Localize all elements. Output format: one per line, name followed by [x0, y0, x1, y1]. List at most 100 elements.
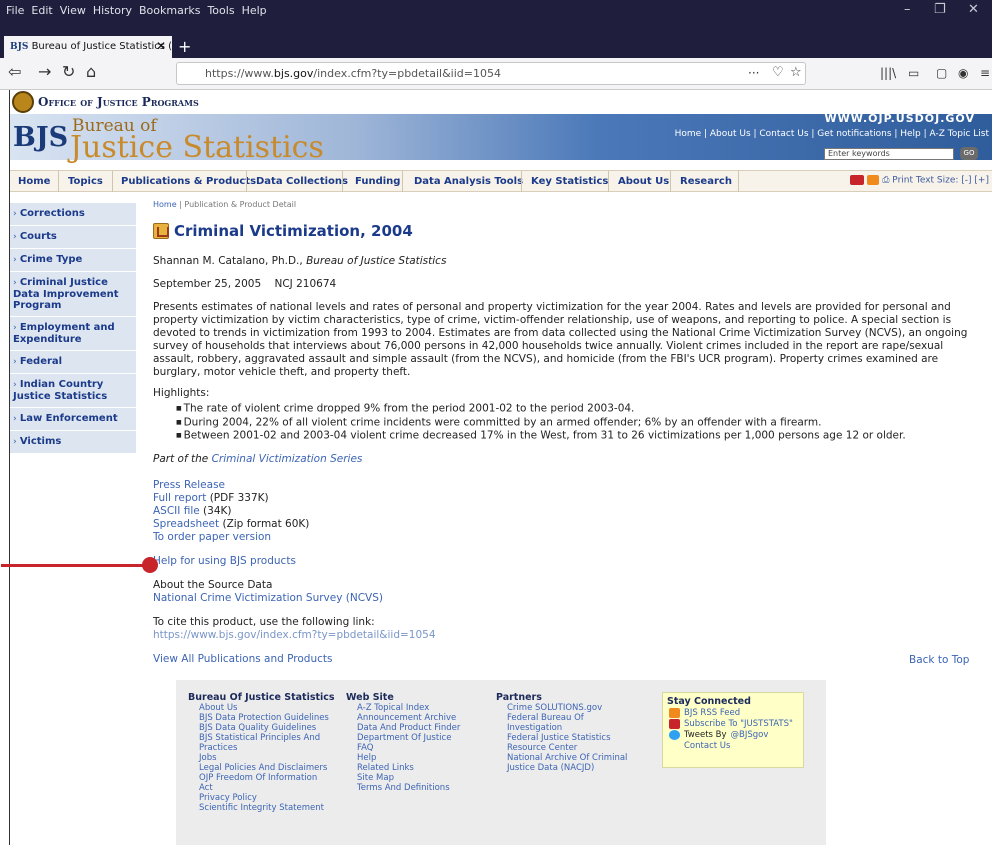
sidebar-item-employment[interactable]: Employment and Expenditure: [10, 317, 136, 351]
footer-link[interactable]: Jobs: [188, 753, 335, 763]
menu-help[interactable]: Help: [242, 4, 267, 17]
menu-tools[interactable]: Tools: [207, 4, 234, 17]
minimize-button[interactable]: –: [904, 2, 911, 17]
menu-view[interactable]: View: [60, 4, 86, 17]
footer-link[interactable]: Announcement Archive: [346, 713, 460, 723]
reader-icon[interactable]: ▢: [936, 66, 947, 80]
back-icon[interactable]: ⇦: [8, 62, 21, 81]
footer-link[interactable]: Federal Justice Statistics: [496, 733, 627, 743]
menu-bookmarks[interactable]: Bookmarks: [139, 4, 200, 17]
footer-link[interactable]: Resource Center: [496, 743, 627, 753]
ncvs-link[interactable]: National Crime Victimization Survey (NCV…: [153, 592, 983, 605]
footer-link[interactable]: Data And Product Finder: [346, 723, 460, 733]
footer-link[interactable]: BJS Data Quality Guidelines: [188, 723, 335, 733]
footer-link[interactable]: Scientific Integrity Statement: [188, 803, 335, 813]
footer-link[interactable]: BJS Data Protection Guidelines: [188, 713, 335, 723]
footer-link[interactable]: OJP Freedom Of Information: [188, 773, 335, 783]
nav-data-analysis-tools[interactable]: Data Analysis Tools: [414, 176, 523, 187]
rss-feed-row[interactable]: BJS RSS Feed: [667, 708, 799, 718]
account-icon[interactable]: ◉: [958, 66, 968, 80]
top-links[interactable]: Home | About Us | Contact Us | Get notif…: [675, 129, 989, 139]
pocket-icon[interactable]: ♡: [772, 65, 784, 80]
menu-history[interactable]: History: [93, 4, 132, 17]
footer-link[interactable]: FAQ: [346, 743, 460, 753]
sidebar-item-victims[interactable]: Victims: [10, 431, 136, 454]
nav-home[interactable]: Home: [18, 176, 50, 187]
footer-link[interactable]: Terms And Definitions: [346, 783, 460, 793]
ojp-title[interactable]: Office of Justice Programs: [38, 95, 199, 109]
search-input[interactable]: Enter keywords: [824, 148, 954, 160]
library-icon[interactable]: |||\: [880, 66, 896, 80]
spreadsheet-link[interactable]: Spreadsheet: [153, 518, 219, 530]
search-go-button[interactable]: GO: [960, 147, 978, 160]
print-icon[interactable]: ⎙: [882, 176, 889, 186]
nav-research[interactable]: Research: [680, 176, 732, 187]
footer-link[interactable]: Department Of Justice: [346, 733, 460, 743]
view-all-link[interactable]: View All Publications and Products: [153, 653, 983, 666]
footer-link[interactable]: Privacy Policy: [188, 793, 335, 803]
reload-icon[interactable]: ↻: [62, 62, 75, 81]
bookmark-star-icon[interactable]: ☆: [790, 65, 802, 80]
back-to-top-link[interactable]: Back to Top: [909, 654, 969, 666]
contact-link[interactable]: Contact Us: [684, 741, 730, 751]
nav-topics[interactable]: Topics: [68, 176, 103, 187]
contact-row[interactable]: Contact Us: [667, 741, 799, 751]
footer-link[interactable]: A-Z Topical Index: [346, 703, 460, 713]
footer-link[interactable]: Investigation: [496, 723, 627, 733]
footer-link[interactable]: About Us: [188, 703, 335, 713]
close-tab-icon[interactable]: ✕: [156, 39, 166, 53]
footer-link[interactable]: Justice Data (NACJD): [496, 763, 627, 773]
rss-feed-link[interactable]: BJS RSS Feed: [684, 708, 740, 718]
footer-link[interactable]: National Archive Of Criminal: [496, 753, 627, 763]
menu-file[interactable]: File: [6, 4, 24, 17]
subscribe-icon[interactable]: [850, 175, 865, 185]
full-report-link[interactable]: Full report: [153, 492, 206, 504]
menu-edit[interactable]: Edit: [31, 4, 52, 17]
nav-data-collections[interactable]: Data Collections: [256, 176, 348, 187]
footer-link[interactable]: Federal Bureau Of: [496, 713, 627, 723]
sidebar-item-law-enforcement[interactable]: Law Enforcement: [10, 408, 136, 431]
sidebar-item-crime-type[interactable]: Crime Type: [10, 249, 136, 272]
footer-link[interactable]: Act: [188, 783, 335, 793]
footer-link[interactable]: Help: [346, 753, 460, 763]
nav-about-us[interactable]: About Us: [618, 176, 669, 187]
footer-link[interactable]: BJS Statistical Principles And: [188, 733, 335, 743]
bjs-logo[interactable]: BJS: [13, 122, 68, 153]
sidebar-item-courts[interactable]: Courts: [10, 226, 136, 249]
sidebar-item-indian-country[interactable]: Indian Country Justice Statistics: [10, 374, 136, 408]
footer-link[interactable]: Legal Policies And Disclaimers: [188, 763, 335, 773]
sidebar-item-corrections[interactable]: Corrections: [10, 203, 136, 226]
ojp-url-link[interactable]: WWW.OJP.USDOJ.GOV: [824, 112, 975, 125]
sidebar-toggle-icon[interactable]: ▭: [908, 66, 919, 80]
close-window-button[interactable]: ✕: [968, 2, 979, 17]
rss-icon[interactable]: [867, 175, 880, 185]
twitter-row[interactable]: Tweets By @BJSgov: [667, 730, 799, 740]
url-bar[interactable]: https://www.bjs.gov/index.cfm?ty=pbdetai…: [176, 62, 806, 85]
browser-tab[interactable]: BJS Bureau of Justice Statistics (BJS ✕: [4, 36, 172, 58]
ascii-link[interactable]: ASCII file: [153, 505, 200, 517]
sidebar-item-cjdip[interactable]: Criminal Justice Data Improvement Progra…: [10, 272, 136, 317]
sidebar-item-federal[interactable]: Federal: [10, 351, 136, 374]
new-tab-button[interactable]: +: [178, 37, 191, 56]
help-link[interactable]: Help for using BJS products: [153, 555, 983, 568]
more-actions-icon[interactable]: ···: [748, 66, 759, 80]
menu-hamburger-icon[interactable]: ≡: [980, 66, 990, 80]
breadcrumb-home[interactable]: Home: [153, 200, 177, 209]
forward-icon[interactable]: →: [38, 62, 51, 81]
nav-key-statistics[interactable]: Key Statistics: [531, 176, 608, 187]
footer-link[interactable]: Site Map: [346, 773, 460, 783]
nav-funding[interactable]: Funding: [355, 176, 400, 187]
subscribe-link[interactable]: Subscribe To "JUSTSTATS": [684, 719, 793, 729]
maximize-button[interactable]: ❐: [934, 2, 946, 17]
order-paper-link[interactable]: To order paper version: [153, 531, 983, 544]
twitter-handle-link[interactable]: @BJSgov: [731, 730, 769, 740]
home-icon[interactable]: ⌂: [86, 62, 96, 81]
subscribe-row[interactable]: Subscribe To "JUSTSTATS": [667, 719, 799, 729]
footer-link[interactable]: Crime SOLUTIONS.gov: [496, 703, 627, 713]
nav-publications[interactable]: Publications & Products: [121, 176, 256, 187]
footer-link[interactable]: Practices: [188, 743, 335, 753]
press-release-link[interactable]: Press Release: [153, 479, 983, 492]
series-link[interactable]: Criminal Victimization Series: [212, 453, 363, 465]
footer-link[interactable]: Related Links: [346, 763, 460, 773]
cite-url[interactable]: https://www.bjs.gov/index.cfm?ty=pbdetai…: [153, 629, 983, 642]
